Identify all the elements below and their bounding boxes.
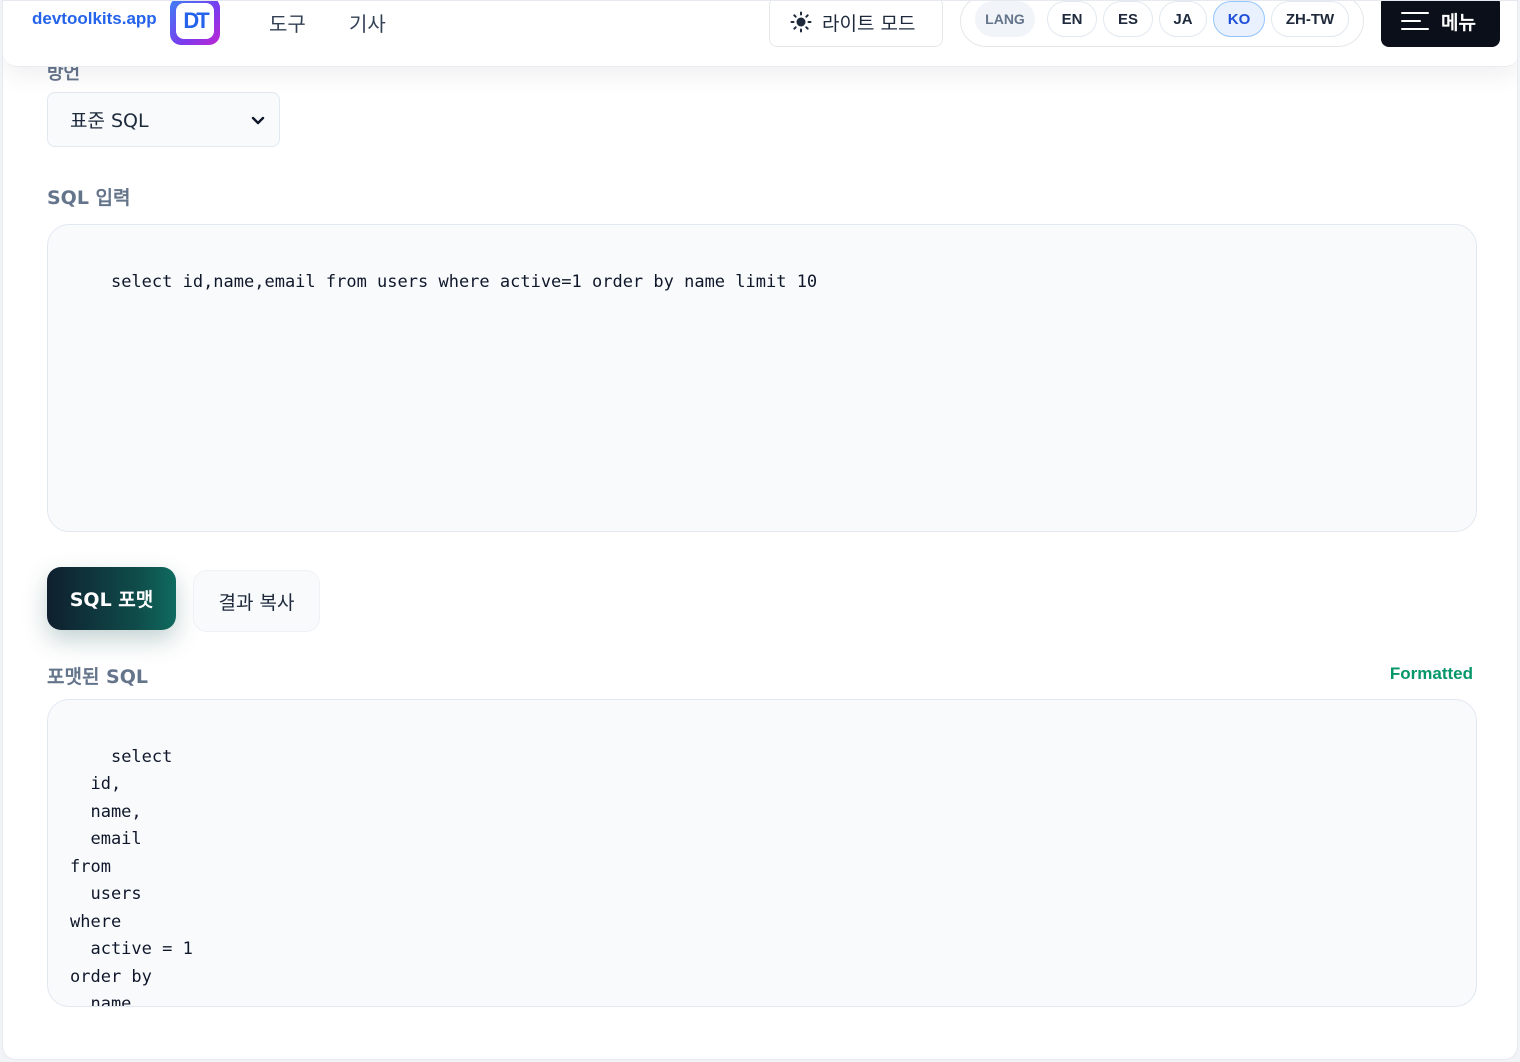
resize-grip-icon[interactable] — [1462, 517, 1474, 529]
formatted-sql-label: 포맷된 SQL — [47, 666, 148, 688]
sql-input-value: select id,name,email from users where ac… — [110, 271, 818, 292]
formatted-sql-output[interactable]: select id, name, email from users where … — [47, 699, 1477, 1007]
sql-input-textarea[interactable]: select id,name,email from users where ac… — [47, 224, 1477, 532]
page-card: devtoolkits.app DT 도구 기사 라이트 모드 LANG EN … — [2, 0, 1518, 1060]
menu-button[interactable]: 메뉴 — [1381, 1, 1500, 47]
copy-result-button[interactable]: 결과 복사 — [193, 570, 320, 632]
brand-link[interactable]: devtoolkits.app — [32, 9, 157, 29]
top-header: devtoolkits.app DT 도구 기사 라이트 모드 LANG EN … — [3, 1, 1517, 67]
lang-zh-tw-button[interactable]: ZH-TW — [1271, 1, 1349, 37]
nav-tools-link[interactable]: 도구 — [269, 8, 306, 37]
lang-label: LANG — [975, 1, 1035, 37]
sun-icon — [790, 11, 812, 33]
theme-toggle-button[interactable]: 라이트 모드 — [769, 1, 943, 47]
lang-ko-button[interactable]: KO — [1213, 1, 1265, 37]
format-status-badge: Formatted — [1389, 664, 1473, 683]
format-sql-button[interactable]: SQL 포맷 — [47, 567, 176, 630]
dialect-selected-value: 표준 SQL — [70, 110, 149, 132]
lang-en-button[interactable]: EN — [1047, 1, 1097, 37]
nav-articles-link[interactable]: 기사 — [349, 8, 386, 37]
dialect-select[interactable]: 표준 SQL — [47, 92, 280, 147]
sql-input-label: SQL 입력 — [47, 187, 131, 209]
theme-label: 라이트 모드 — [822, 12, 916, 35]
logo-text: DT — [176, 3, 214, 39]
logo-icon[interactable]: DT — [170, 1, 220, 45]
resize-grip-icon[interactable] — [1462, 992, 1474, 1004]
lang-ja-button[interactable]: JA — [1159, 1, 1207, 37]
chevron-down-icon — [251, 109, 265, 131]
menu-label: 메뉴 — [1441, 11, 1476, 34]
lang-es-button[interactable]: ES — [1103, 1, 1153, 37]
language-switcher: LANG EN ES JA KO ZH-TW — [960, 1, 1364, 47]
hamburger-icon — [1401, 11, 1429, 31]
formatted-sql-value: select id, name, email from users where … — [70, 746, 193, 1007]
